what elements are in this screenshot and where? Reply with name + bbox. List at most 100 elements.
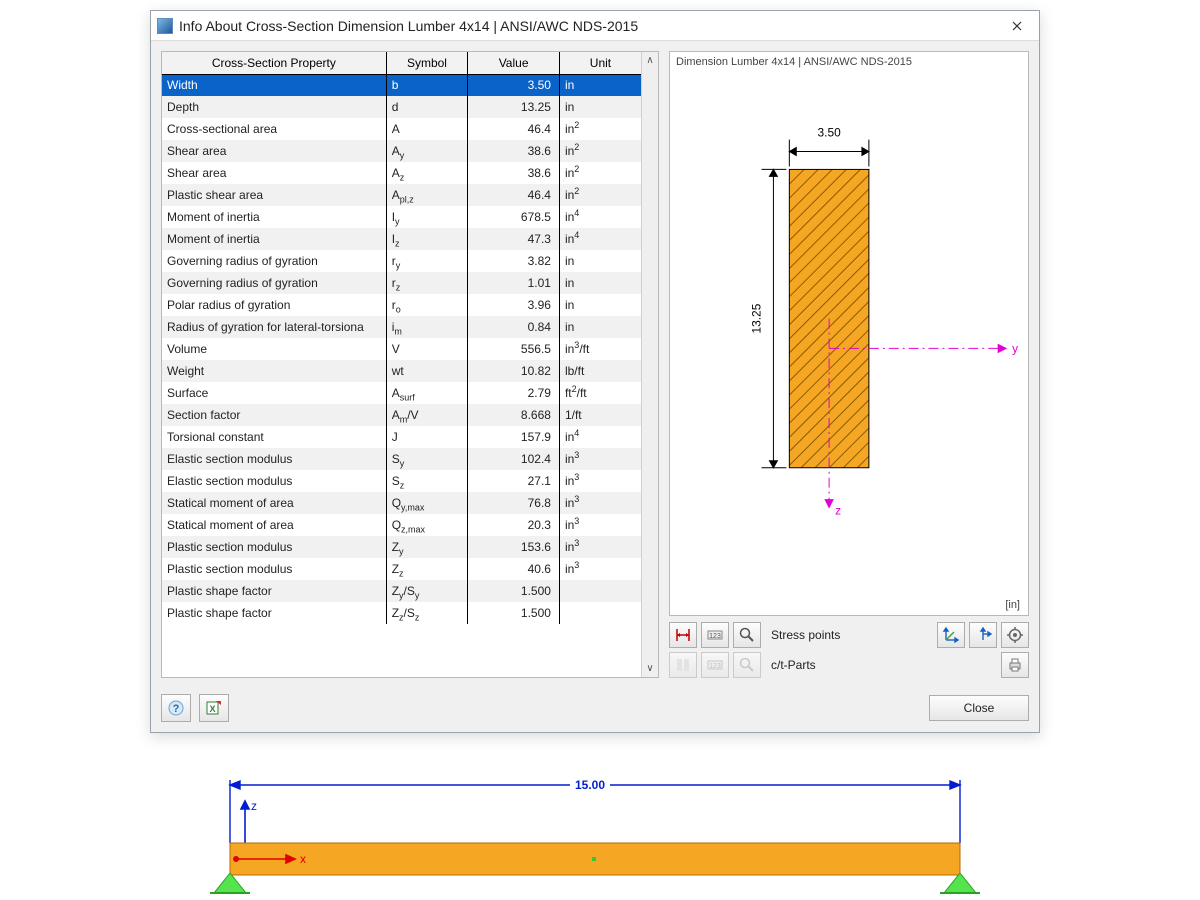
- col-header-symbol[interactable]: Symbol: [386, 52, 468, 74]
- cell-symbol: Zz: [386, 558, 468, 580]
- cell-symbol: V: [386, 338, 468, 360]
- table-row[interactable]: Governing radius of gyrationrz1.01in: [162, 272, 641, 294]
- section-preview[interactable]: Dimension Lumber 4x14 | ANSI/AWC NDS-201…: [669, 51, 1029, 616]
- preview-column: Dimension Lumber 4x14 | ANSI/AWC NDS-201…: [669, 51, 1029, 678]
- cell-value: 20.3: [468, 514, 560, 536]
- cell-value: 38.6: [468, 162, 560, 184]
- table-row[interactable]: Elastic section modulusSy102.4in3: [162, 448, 641, 470]
- cell-value: 40.6: [468, 558, 560, 580]
- table-row[interactable]: Plastic shape factorZy/Sy1.500: [162, 580, 641, 602]
- cell-property: Radius of gyration for lateral-torsiona: [162, 316, 386, 338]
- cell-unit: in: [559, 74, 641, 96]
- table-row[interactable]: Statical moment of areaQy,max76.8in3: [162, 492, 641, 514]
- table-row[interactable]: Elastic section modulusSz27.1in3: [162, 470, 641, 492]
- table-row[interactable]: Shear areaAy38.6in2: [162, 140, 641, 162]
- table-row[interactable]: Plastic shear areaApl,z46.4in2: [162, 184, 641, 206]
- col-header-unit[interactable]: Unit: [559, 52, 641, 74]
- axes-toggle-button[interactable]: [937, 622, 965, 648]
- cell-symbol: wt: [386, 360, 468, 382]
- table-row[interactable]: Widthb3.50in: [162, 74, 641, 96]
- cell-unit: in3: [559, 514, 641, 536]
- table-row[interactable]: Polar radius of gyrationro3.96in: [162, 294, 641, 316]
- cell-property: Shear area: [162, 162, 386, 184]
- table-row[interactable]: SurfaceAsurf2.79ft2/ft: [162, 382, 641, 404]
- cell-symbol: A: [386, 118, 468, 140]
- print-button[interactable]: [1001, 652, 1029, 678]
- cell-unit: in2: [559, 162, 641, 184]
- cell-unit: in2: [559, 118, 641, 140]
- svg-text:123: 123: [709, 633, 721, 640]
- cell-unit: ft2/ft: [559, 382, 641, 404]
- cell-symbol: Sy: [386, 448, 468, 470]
- cell-property: Shear area: [162, 140, 386, 162]
- cell-value: 102.4: [468, 448, 560, 470]
- table-row[interactable]: Depthd13.25in: [162, 96, 641, 118]
- stress-numbers-button[interactable]: 123: [701, 622, 729, 648]
- table-row[interactable]: Statical moment of areaQz,max20.3in3: [162, 514, 641, 536]
- cell-unit: in3: [559, 470, 641, 492]
- vertical-scrollbar[interactable]: ∧ ∨: [641, 52, 658, 677]
- cell-symbol: Sz: [386, 470, 468, 492]
- cell-unit: lb/ft: [559, 360, 641, 382]
- cell-value: 3.82: [468, 250, 560, 272]
- table-row[interactable]: Section factorAm/V8.6681/ft: [162, 404, 641, 426]
- cell-unit: in2: [559, 184, 641, 206]
- cell-property: Plastic shear area: [162, 184, 386, 206]
- col-header-value[interactable]: Value: [468, 52, 560, 74]
- cell-symbol: im: [386, 316, 468, 338]
- table-row[interactable]: Plastic section modulusZz40.6in3: [162, 558, 641, 580]
- cell-property: Elastic section modulus: [162, 448, 386, 470]
- scroll-down-icon[interactable]: ∨: [642, 660, 658, 677]
- table-row[interactable]: Cross-sectional areaA46.4in2: [162, 118, 641, 140]
- table-row[interactable]: Governing radius of gyrationry3.82in: [162, 250, 641, 272]
- cell-value: 8.668: [468, 404, 560, 426]
- cell-unit: in: [559, 96, 641, 118]
- table-row[interactable]: Weightwt10.82lb/ft: [162, 360, 641, 382]
- cell-property: Cross-sectional area: [162, 118, 386, 140]
- cell-unit: in2: [559, 140, 641, 162]
- close-icon[interactable]: [995, 11, 1039, 41]
- stress-points-label: Stress points: [771, 628, 840, 642]
- cell-value: 2.79: [468, 382, 560, 404]
- stress-dimension-button[interactable]: [669, 622, 697, 648]
- cell-symbol: ry: [386, 250, 468, 272]
- beam-axis-z: z: [251, 799, 257, 813]
- table-row[interactable]: Moment of inertiaIy678.5in4: [162, 206, 641, 228]
- table-row[interactable]: VolumeV556.5in3/ft: [162, 338, 641, 360]
- cell-unit: in3/ft: [559, 338, 641, 360]
- close-button[interactable]: Close: [929, 695, 1029, 721]
- cell-value: 0.84: [468, 316, 560, 338]
- cell-property: Torsional constant: [162, 426, 386, 448]
- help-button[interactable]: ?: [161, 694, 191, 722]
- table-row[interactable]: Plastic shape factorZz/Sz1.500: [162, 602, 641, 624]
- properties-scroll[interactable]: Cross-Section Property Symbol Value Unit…: [162, 52, 641, 677]
- dialog-body: Cross-Section Property Symbol Value Unit…: [151, 41, 1039, 688]
- scroll-up-icon[interactable]: ∧: [642, 52, 658, 69]
- export-excel-button[interactable]: X: [199, 694, 229, 722]
- dim-depth-label: 13.25: [749, 303, 763, 333]
- settings-button[interactable]: [1001, 622, 1029, 648]
- col-header-property[interactable]: Cross-Section Property: [162, 52, 386, 74]
- cell-symbol: Qz,max: [386, 514, 468, 536]
- table-row[interactable]: Torsional constantJ157.9in4: [162, 426, 641, 448]
- cell-unit: in: [559, 272, 641, 294]
- cell-symbol: Az: [386, 162, 468, 184]
- cell-value: 678.5: [468, 206, 560, 228]
- axes-principal-button[interactable]: [969, 622, 997, 648]
- table-header-row: Cross-Section Property Symbol Value Unit: [162, 52, 641, 74]
- ct-zoom-button[interactable]: [733, 652, 761, 678]
- svg-text:123: 123: [709, 663, 721, 670]
- cell-property: Surface: [162, 382, 386, 404]
- svg-text:?: ?: [173, 703, 180, 715]
- stress-zoom-button[interactable]: [733, 622, 761, 648]
- table-row[interactable]: Plastic section modulusZy153.6in3: [162, 536, 641, 558]
- table-row[interactable]: Radius of gyration for lateral-torsionai…: [162, 316, 641, 338]
- cell-symbol: Apl,z: [386, 184, 468, 206]
- svg-text:X: X: [209, 704, 215, 714]
- ct-dimension-button[interactable]: [669, 652, 697, 678]
- cell-value: 46.4: [468, 184, 560, 206]
- cell-symbol: Iz: [386, 228, 468, 250]
- ct-numbers-button[interactable]: 123: [701, 652, 729, 678]
- table-row[interactable]: Moment of inertiaIz47.3in4: [162, 228, 641, 250]
- table-row[interactable]: Shear areaAz38.6in2: [162, 162, 641, 184]
